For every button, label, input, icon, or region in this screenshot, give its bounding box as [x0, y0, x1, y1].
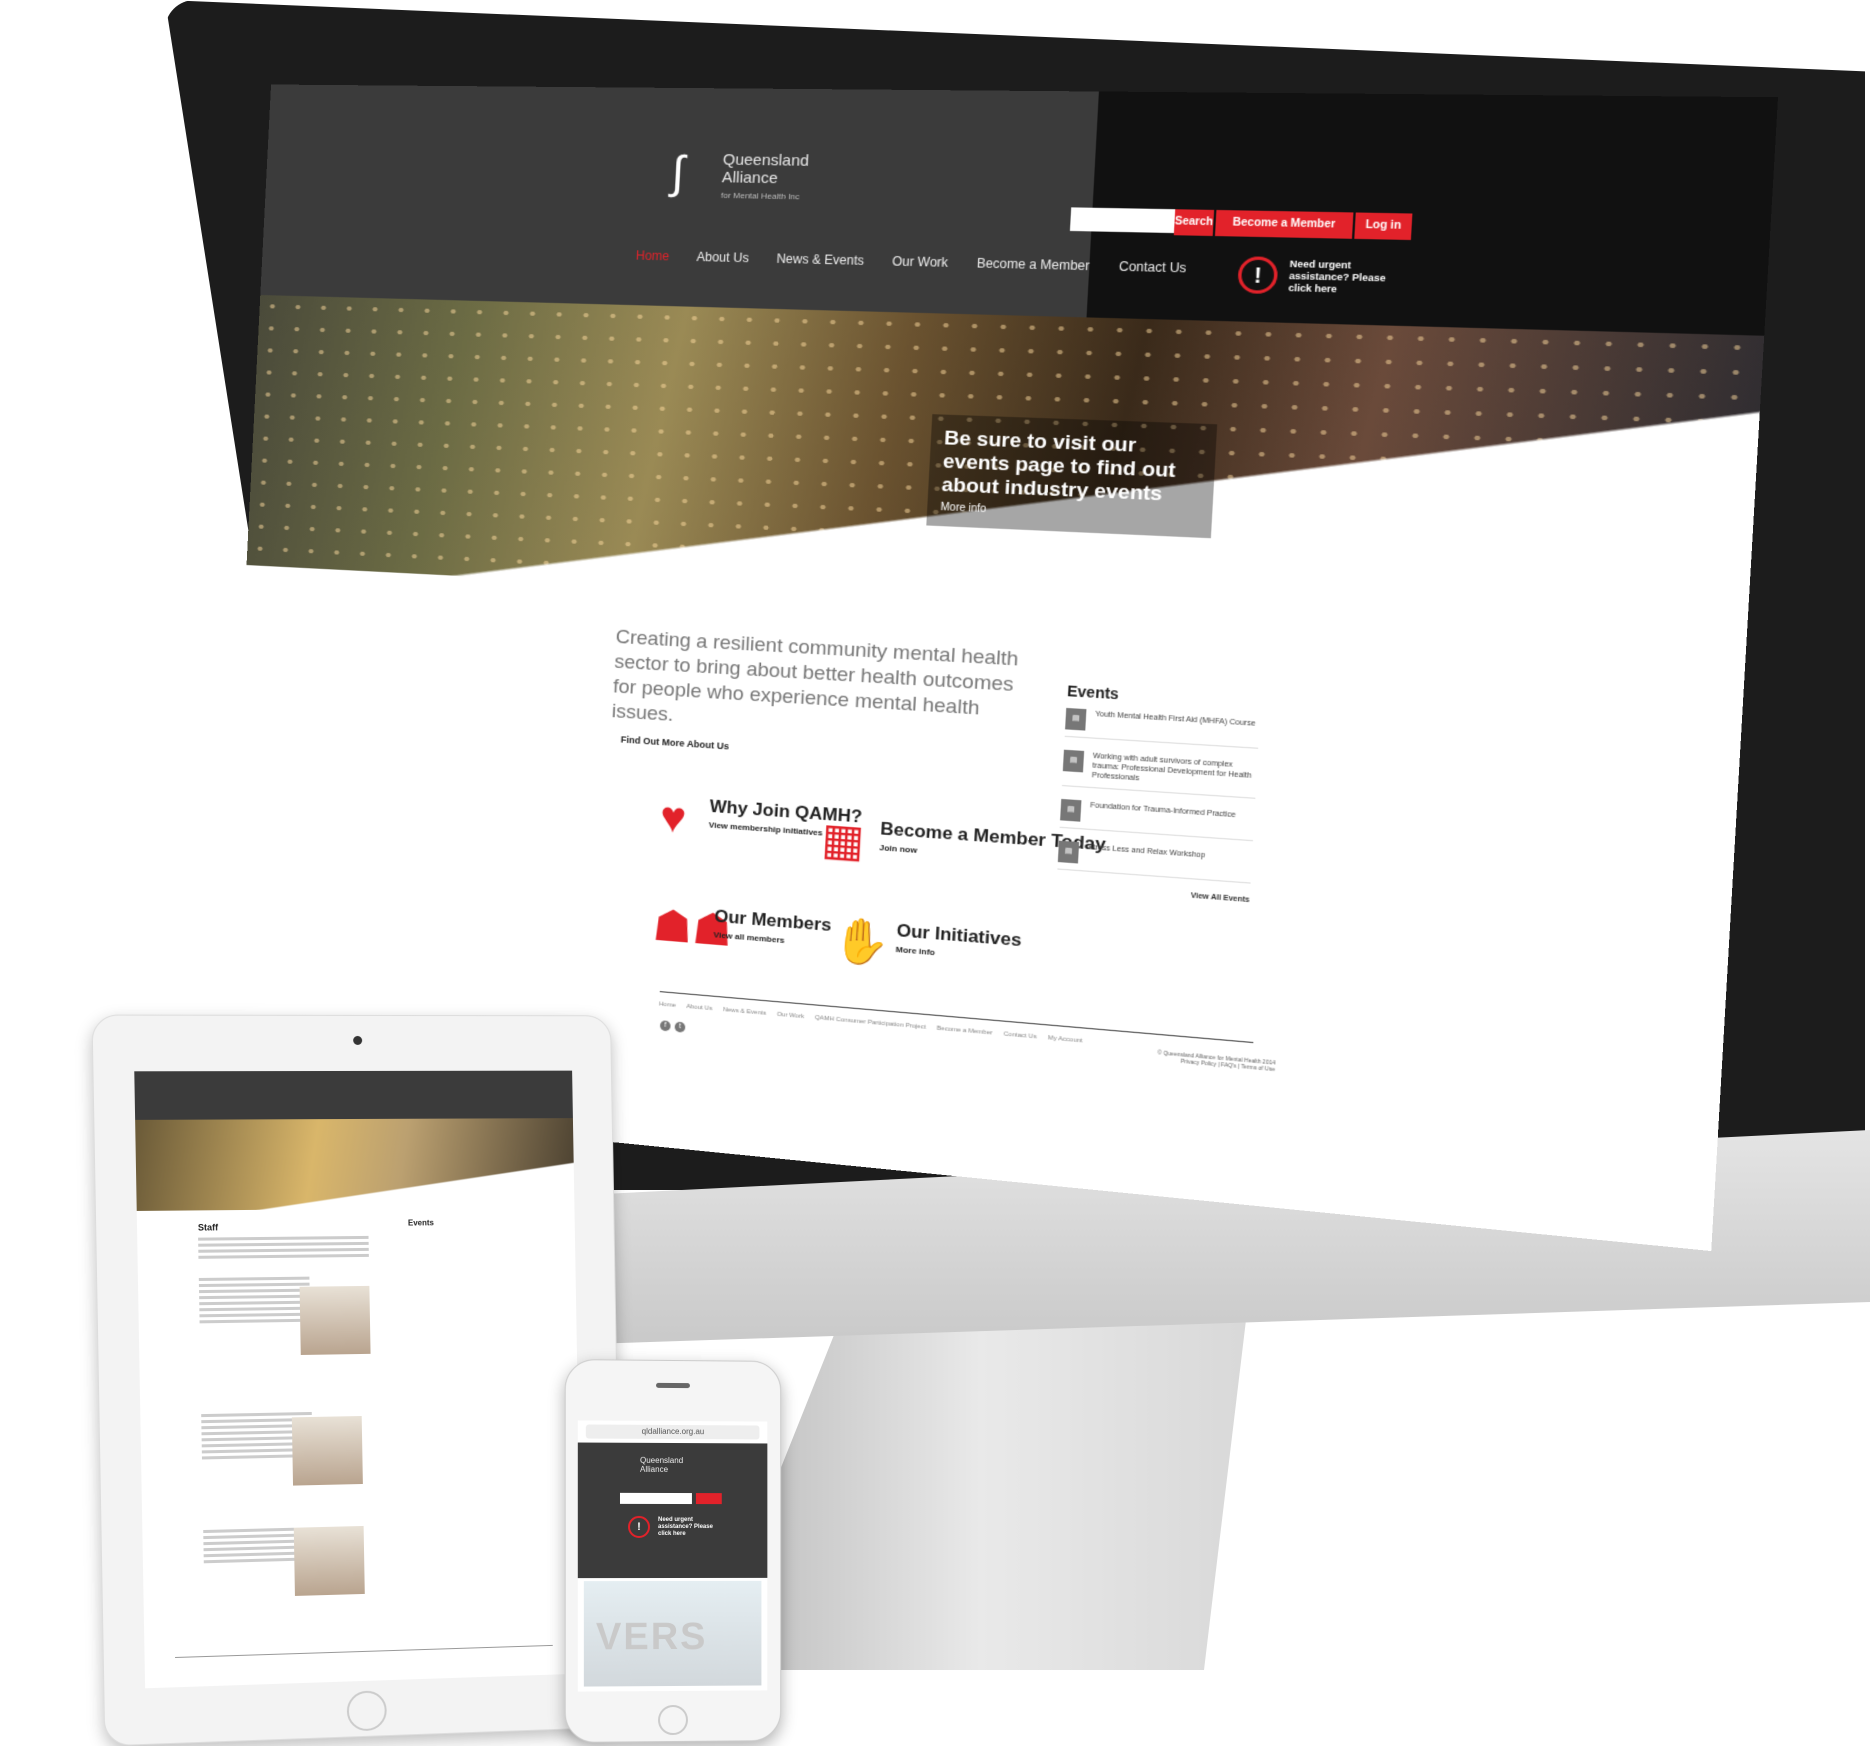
- alert-icon[interactable]: !: [628, 1515, 651, 1538]
- mobile-search-button[interactable]: [695, 1493, 722, 1505]
- footer-link[interactable]: News & Events: [723, 1007, 767, 1017]
- staff-photo: [293, 1525, 365, 1596]
- search-input[interactable]: [1069, 207, 1183, 234]
- alert-icon: !: [1237, 256, 1279, 295]
- calendar-icon: ▦: [820, 813, 866, 866]
- hero-banner: Be sure to visit our events page to find…: [246, 295, 1765, 642]
- hand-icon: ✋: [831, 914, 892, 969]
- urgent-assistance-link[interactable]: ! Need urgent assistance? Please click h…: [1237, 256, 1395, 297]
- footer-link[interactable]: Become a Member: [937, 1025, 993, 1036]
- event-item[interactable]: ▤ Working with adult survivors of comple…: [1061, 749, 1258, 799]
- feature-our-members[interactable]: ☗☗ Our Members View all members: [651, 900, 832, 962]
- nav-news-events[interactable]: News & Events: [776, 251, 864, 268]
- home-button[interactable]: [346, 1690, 388, 1732]
- mobile-search-input[interactable]: [619, 1492, 692, 1505]
- calendar-icon: ▤: [1065, 707, 1087, 731]
- footer-link[interactable]: Home: [659, 1001, 676, 1009]
- footer-divider: [659, 991, 1254, 1044]
- mobile-logo[interactable]: Queensland Alliance: [640, 1456, 683, 1474]
- address-bar[interactable]: qldalliance.org.au: [585, 1424, 760, 1440]
- site-logo[interactable]: Queensland Alliance for Mental Health In…: [721, 151, 852, 207]
- view-all-events-link[interactable]: View All Events: [1056, 882, 1249, 904]
- nav-home[interactable]: Home: [635, 248, 669, 263]
- staff-photo: [299, 1285, 371, 1355]
- tablet-page-title: Staff: [197, 1222, 219, 1233]
- footer-link[interactable]: About Us: [686, 1004, 712, 1012]
- tablet-footer: [175, 1644, 553, 1659]
- mobile-hero-image: VERS: [583, 1580, 762, 1687]
- event-item[interactable]: ▤ Stress Less and Relax Workshop: [1057, 840, 1253, 884]
- nav-contact-us[interactable]: Contact Us: [1119, 259, 1187, 276]
- facebook-icon[interactable]: f: [659, 1020, 671, 1032]
- iphone-device: qldalliance.org.au Queensland Alliance !…: [564, 1359, 782, 1743]
- event-item[interactable]: ▤ Foundation for Trauma-Informed Practic…: [1059, 798, 1255, 842]
- apple-logo-icon: [1175, 1215, 1255, 1315]
- nav-our-work[interactable]: Our Work: [892, 254, 949, 270]
- site-header: ∫ Queensland Alliance for Mental Health …: [260, 84, 1779, 336]
- home-button[interactable]: [658, 1704, 688, 1736]
- become-member-button[interactable]: Become a Member: [1214, 209, 1354, 239]
- event-item[interactable]: ▤ Youth Mental Health First Aid (MHFA) C…: [1064, 707, 1260, 749]
- mobile-urgent-text[interactable]: Need urgent assistance? Please click her…: [658, 1517, 718, 1538]
- ipad-device: Staff Events: [91, 1014, 624, 1746]
- hero-image-word: VERS: [595, 1615, 708, 1659]
- tablet-bio-text: [198, 1276, 311, 1327]
- speaker-icon: [656, 1382, 690, 1389]
- calendar-icon: ▤: [1062, 749, 1085, 773]
- footer-link[interactable]: Contact Us: [1003, 1031, 1036, 1040]
- feature-our-initiatives[interactable]: ✋ Our Initiatives More info: [831, 914, 1022, 978]
- hero-headline: Be sure to visit our events page to find…: [941, 427, 1177, 506]
- mobile-screen: qldalliance.org.au Queensland Alliance !…: [577, 1420, 768, 1692]
- search-button[interactable]: Search: [1173, 209, 1215, 237]
- heart-icon: ♥: [658, 791, 688, 843]
- urgent-text: Need urgent assistance? Please click her…: [1288, 257, 1387, 294]
- tablet-events-title: Events: [407, 1218, 434, 1228]
- twitter-icon[interactable]: t: [674, 1021, 686, 1033]
- about-link[interactable]: Find Out More About Us: [620, 734, 729, 751]
- tablet-intro-text: [198, 1235, 369, 1262]
- footer-link[interactable]: QAMH Consumer Participation Project: [815, 1015, 926, 1031]
- people-icon: ☗☗: [651, 900, 734, 956]
- login-button[interactable]: Log in: [1354, 212, 1413, 241]
- hero-callout: Be sure to visit our events page to find…: [926, 414, 1218, 539]
- calendar-icon: ▤: [1060, 798, 1082, 822]
- social-links: f t: [659, 1020, 686, 1033]
- footer-copyright: © Queensland Alliance for Mental Health …: [1157, 1050, 1276, 1074]
- camera-icon: [353, 1035, 363, 1045]
- tablet-site-header: [134, 1070, 573, 1120]
- intro-text: Creating a resilient community mental he…: [611, 626, 1020, 727]
- nav-about-us[interactable]: About Us: [696, 250, 749, 266]
- footer-link[interactable]: Our Work: [777, 1012, 805, 1021]
- calendar-icon: ▤: [1057, 840, 1080, 864]
- tablet-screen: Staff Events: [134, 1070, 583, 1689]
- imac-stand: [700, 1320, 1246, 1670]
- events-sidebar: Events ▤ Youth Mental Health First Aid (…: [1056, 682, 1261, 904]
- nav-become-member[interactable]: Become a Member: [976, 256, 1090, 274]
- events-title: Events: [1066, 682, 1120, 703]
- logo-icon[interactable]: ∫: [670, 146, 719, 201]
- staff-photo: [291, 1415, 363, 1486]
- footer-link[interactable]: My Account: [1048, 1035, 1083, 1044]
